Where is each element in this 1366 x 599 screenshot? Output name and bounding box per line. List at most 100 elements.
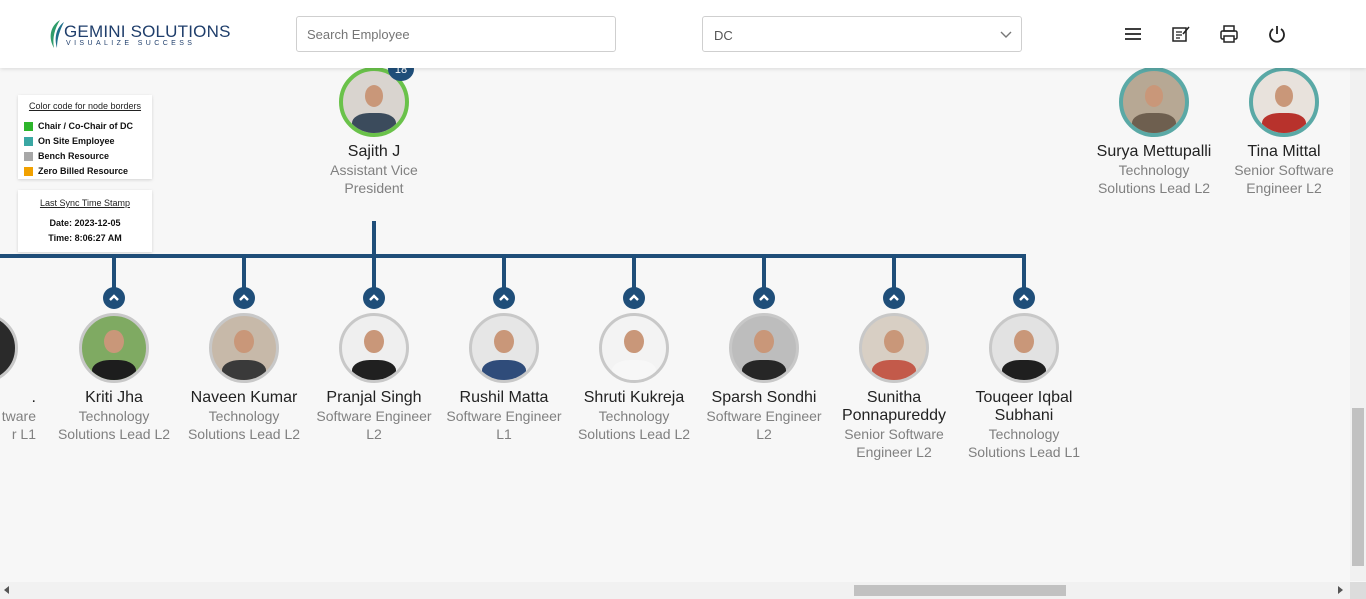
avatar[interactable] <box>209 313 279 383</box>
top-header: GEMINI SOLUTIONS VISUALIZE SUCCESS DC <box>0 0 1366 68</box>
avatar-body <box>352 113 396 133</box>
employee-node[interactable]: Rushil Matta Software Engineer L1 <box>439 313 569 443</box>
sync-date: Date: 2023-12-05 <box>49 218 121 228</box>
employee-node[interactable]: Tina Mittal Senior Software Engineer L2 <box>1219 67 1349 197</box>
employee-node[interactable]: Sparsh Sondhi Software Engineer L2 <box>699 313 829 443</box>
avatar[interactable] <box>989 313 1059 383</box>
avatar-face <box>364 330 384 354</box>
legend-label: On Site Employee <box>38 136 115 146</box>
border-color-legend: Color code for node borders Chair / Co-C… <box>18 95 152 179</box>
avatar-face <box>234 330 254 354</box>
avatar-face <box>754 330 774 354</box>
gemini-logo[interactable]: GEMINI SOLUTIONS VISUALIZE SUCCESS <box>46 16 230 52</box>
horizontal-scrollbar[interactable] <box>0 582 1350 599</box>
root-node[interactable]: Sajith J Assistant Vice President <box>309 67 439 197</box>
avatar-body <box>611 359 657 380</box>
employee-node[interactable]: Sunitha Ponnapureddy Senior Software Eng… <box>829 313 959 461</box>
employee-title: Senior Software Engineer L2 <box>844 426 944 460</box>
collapse-chevron-icon[interactable] <box>233 287 255 309</box>
employee-title: Technology Solutions Lead L2 <box>187 408 301 442</box>
print-icon[interactable] <box>1219 24 1239 44</box>
employee-name: Surya Mettupalli <box>1096 143 1212 160</box>
employee-title: Technology Solutions Lead L2 <box>1097 162 1211 196</box>
collapse-chevron-icon[interactable] <box>753 287 775 309</box>
avatar-face <box>1144 84 1164 107</box>
employee-title: r L1 <box>11 426 36 442</box>
vertical-scroll-thumb[interactable] <box>1352 408 1364 566</box>
collapse-chevron-icon[interactable] <box>363 287 385 309</box>
horizontal-scroll-thumb[interactable] <box>854 585 1066 596</box>
legend-item: Zero Billed Resource <box>24 166 128 176</box>
employee-node[interactable]: Touqeer Iqbal Subhani Technology Solutio… <box>959 313 1089 461</box>
logo-tagline: VISUALIZE SUCCESS <box>66 40 196 47</box>
avatar-face <box>1014 330 1034 354</box>
collapse-chevron-icon[interactable] <box>493 287 515 309</box>
employee-title: Software Engineer L2 <box>316 408 432 442</box>
employee-name: Tina Mittal <box>1247 143 1321 160</box>
avatar[interactable] <box>79 313 149 383</box>
avatar-face <box>884 330 904 354</box>
vertical-scrollbar[interactable] <box>1350 68 1366 581</box>
employee-title: Software Engineer L2 <box>706 408 822 442</box>
chevron-down-icon <box>1000 31 1012 38</box>
avatar-body <box>91 359 137 380</box>
power-icon[interactable] <box>1267 24 1287 44</box>
employee-node[interactable]: Pranjal Singh Software Engineer L2 <box>309 313 439 443</box>
avatar[interactable] <box>1249 67 1319 137</box>
legend-item: Bench Resource <box>24 151 109 161</box>
employee-name: Touqeer Iqbal Subhani <box>975 389 1073 424</box>
avatar-face <box>624 330 644 354</box>
scroll-left-arrow-icon[interactable] <box>4 586 9 594</box>
logo-wordmark: GEMINI SOLUTIONS <box>64 22 231 41</box>
search-employee-input[interactable] <box>296 16 616 52</box>
employee-title: Software Engineer L1 <box>446 408 562 442</box>
avatar-body <box>1001 359 1047 380</box>
avatar[interactable] <box>859 313 929 383</box>
menu-icon[interactable] <box>1123 24 1143 44</box>
employee-name: Shruti Kukreja <box>583 389 685 406</box>
employee-name: Sparsh Sondhi <box>711 389 817 406</box>
employee-title: Technology Solutions Lead L2 <box>577 408 691 442</box>
collapse-chevron-icon[interactable] <box>1013 287 1035 309</box>
sync-time: Time: 8:06:27 AM <box>48 233 122 243</box>
employee-name: Kriti Jha <box>85 389 143 406</box>
avatar-face <box>364 84 384 107</box>
avatar[interactable] <box>599 313 669 383</box>
avatar-face <box>1274 84 1294 107</box>
legend-label: Bench Resource <box>38 151 110 161</box>
dc-select-value: DC <box>714 28 733 43</box>
collapse-chevron-icon[interactable] <box>103 287 125 309</box>
employee-name: Naveen Kumar <box>190 389 298 406</box>
employee-node[interactable]: Shruti Kukreja Technology Solutions Lead… <box>569 313 699 443</box>
legend-label: Zero Billed Resource <box>38 166 129 176</box>
legend-swatch <box>24 151 33 161</box>
avatar-body <box>871 359 917 380</box>
collapse-chevron-icon[interactable] <box>623 287 645 309</box>
employee-node-partial[interactable]: . tware r L1 <box>0 313 48 443</box>
employee-name: Pranjal Singh <box>326 389 422 406</box>
dc-select[interactable]: DC <box>702 16 1022 52</box>
employee-title: Technology Solutions Lead L2 <box>57 408 171 442</box>
collapse-chevron-icon[interactable] <box>883 287 905 309</box>
avatar[interactable] <box>339 313 409 383</box>
employee-name: Sajith J <box>347 143 401 160</box>
employee-name: Sunitha Ponnapureddy <box>841 389 947 424</box>
employee-title: Technology Solutions Lead L1 <box>967 426 1081 460</box>
avatar-body <box>221 359 267 380</box>
notes-icon[interactable] <box>1171 24 1191 44</box>
scrollbar-corner <box>1350 582 1366 599</box>
legend-item: On Site Employee <box>24 136 115 146</box>
employee-node[interactable]: Surya Mettupalli Technology Solutions Le… <box>1089 67 1219 197</box>
employee-node[interactable]: Naveen Kumar Technology Solutions Lead L… <box>179 313 309 443</box>
scroll-right-arrow-icon[interactable] <box>1338 586 1343 594</box>
avatar[interactable] <box>1119 67 1189 137</box>
avatar-body <box>1132 113 1176 133</box>
employee-name: Rushil Matta <box>459 389 549 406</box>
avatar[interactable] <box>729 313 799 383</box>
avatar[interactable] <box>469 313 539 383</box>
avatar[interactable] <box>0 313 18 383</box>
legend-item: Chair / Co-Chair of DC <box>24 121 133 131</box>
employee-title: Assistant Vice President <box>330 162 418 196</box>
employee-node[interactable]: Kriti Jha Technology Solutions Lead L2 <box>49 313 179 443</box>
avatar-body <box>351 359 397 380</box>
